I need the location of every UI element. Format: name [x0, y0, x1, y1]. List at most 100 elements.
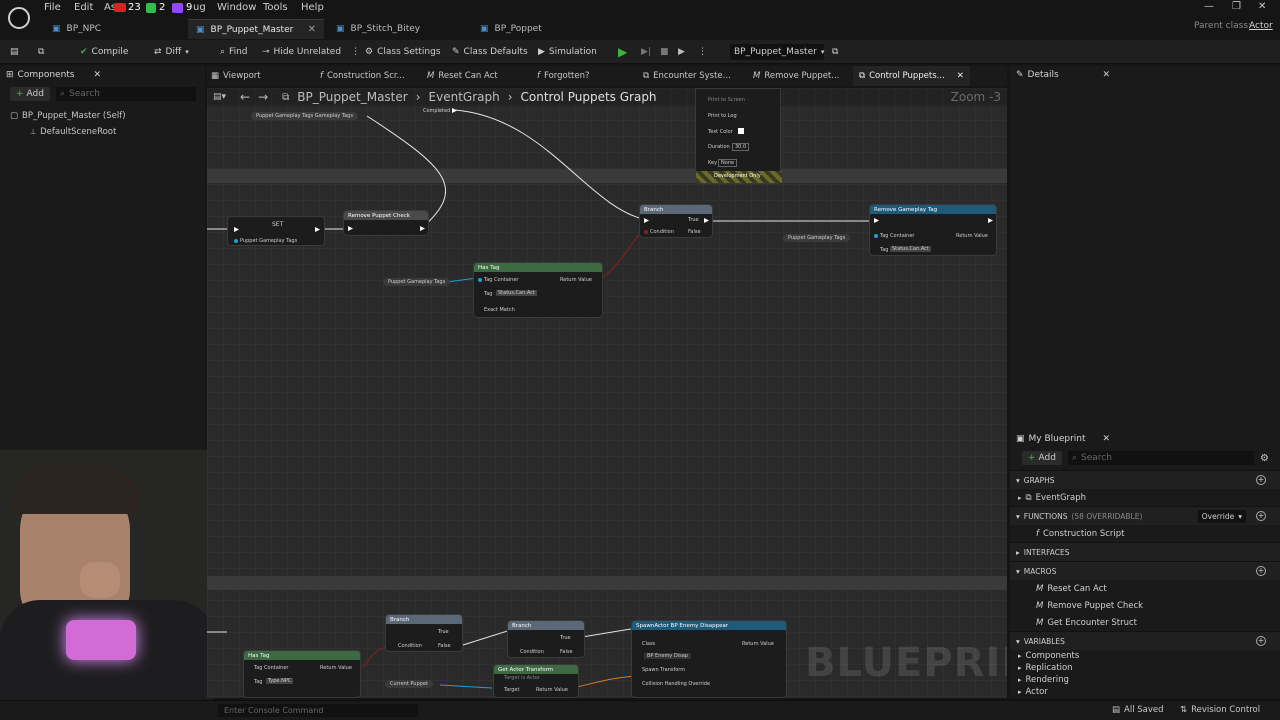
menu-edit[interactable]: Edit — [74, 2, 93, 16]
tag-container-pin[interactable] — [874, 234, 878, 238]
graph-tab-reset-can-act[interactable]: M Reset Can Act — [427, 71, 498, 81]
console-input[interactable]: Enter Console Command — [218, 704, 418, 717]
add-member-button[interactable]: + Add — [1022, 451, 1062, 465]
puppet-tags-getter[interactable]: Puppet Gameplay Tags — [383, 278, 451, 286]
menu-help[interactable]: Help — [301, 2, 324, 16]
class-defaults-button[interactable]: ✎ Class Defaults — [452, 44, 528, 60]
key-input[interactable]: None — [718, 159, 738, 167]
minimize-button[interactable]: — — [1204, 1, 1214, 12]
spawn-actor-node[interactable]: SpawnActor BP Enemy Disappear Class Retu… — [631, 620, 787, 698]
my-blueprint-search-input[interactable]: ⌕ Search — [1067, 451, 1254, 465]
browse-icon[interactable]: ⧉ — [38, 44, 44, 60]
tab-bp-stitch-bitey[interactable]: ▣ BP_Stitch_Bitey — [328, 19, 468, 39]
unreal-logo-icon[interactable] — [8, 7, 30, 29]
add-variable-icon[interactable]: + — [1256, 636, 1266, 646]
gear-icon[interactable]: ⚙ — [1260, 453, 1269, 464]
diff-button[interactable]: ⇄ Diff ▾ — [154, 44, 189, 60]
function-item-construction-script[interactable]: f Construction Script — [1010, 525, 1280, 542]
close-tab-icon[interactable]: ✕ — [308, 24, 316, 35]
restore-button[interactable]: ❐ — [1232, 1, 1241, 12]
branch-node[interactable]: Branch True Condition False — [639, 204, 713, 238]
revision-control-button[interactable]: ⇅ Revision Control — [1180, 705, 1260, 715]
tag-value[interactable]: Type.NPC — [266, 678, 294, 684]
variable-category-components[interactable]: ▸ Components — [1010, 650, 1280, 662]
class-settings-button[interactable]: ⚙ Class Settings — [365, 44, 441, 60]
current-puppet-getter[interactable]: Current Puppet — [385, 680, 433, 688]
step-icon[interactable]: ▶| — [641, 44, 651, 60]
has-tag-node-bottom[interactable]: Has Tag Tag Container Return Value Tag T… — [243, 650, 361, 698]
simulation-button[interactable]: ▶ Simulation — [538, 44, 597, 60]
add-macro-icon[interactable]: + — [1256, 566, 1266, 576]
play-icon[interactable]: ▶ — [618, 44, 627, 60]
color-swatch[interactable] — [738, 128, 744, 134]
functions-section[interactable]: ▾ FUNCTIONS (58 OVERRIDABLE) Override ▾ … — [1010, 506, 1280, 525]
tag-value[interactable]: Status.Can.Act — [890, 246, 931, 252]
branch-node-bottom-1[interactable]: Branch True Condition False — [385, 614, 463, 652]
close-tab-icon[interactable]: ✕ — [957, 71, 964, 81]
variable-pin[interactable] — [234, 239, 238, 243]
branch-node-bottom-2[interactable]: Branch True Condition False — [507, 620, 585, 658]
tag-container-pin[interactable] — [478, 278, 482, 282]
add-function-icon[interactable]: + — [1256, 511, 1266, 521]
menu-tools[interactable]: Tools — [263, 2, 288, 16]
variable-category-actor[interactable]: ▸ Actor — [1010, 686, 1280, 698]
graph-tab-remove-puppet[interactable]: M Remove Puppet... — [753, 71, 839, 81]
exec-pin[interactable] — [704, 218, 709, 223]
tab-bp-poppet[interactable]: ▣ BP_Poppet — [472, 19, 612, 39]
close-icon[interactable]: ✕ — [1102, 70, 1110, 80]
menu-debug[interactable]: ug — [193, 2, 206, 16]
exec-pin[interactable] — [315, 227, 320, 232]
close-window-button[interactable]: ✕ — [1258, 1, 1266, 12]
more-icon[interactable]: ⋮ — [698, 44, 707, 60]
puppet-tags-getter[interactable]: Puppet Gameplay Tags — [783, 234, 851, 242]
menu-window[interactable]: Window — [217, 2, 256, 16]
remove-gameplay-tag-node[interactable]: Remove Gameplay Tag Tag Container Return… — [869, 204, 997, 256]
find-button[interactable]: ⌕ Find — [220, 44, 248, 60]
components-search-input[interactable]: ⌕ Search — [55, 87, 196, 101]
exec-pin[interactable] — [348, 226, 353, 231]
tab-bp-puppet-master[interactable]: ▣ BP_Puppet_Master ✕ — [188, 19, 324, 39]
tab-bp-npc[interactable]: ▣ BP_NPC — [44, 19, 184, 39]
compile-button[interactable]: ✔ Compile — [80, 44, 128, 60]
has-tag-node[interactable]: Has Tag Tag Container Return Value Tag S… — [473, 262, 603, 318]
variables-section[interactable]: ▾ VARIABLES + — [1010, 631, 1280, 650]
exec-pin[interactable] — [874, 218, 879, 223]
remove-puppet-check-node[interactable]: Remove Puppet Check — [343, 210, 429, 236]
variable-category-replication[interactable]: ▸ Replication — [1010, 662, 1280, 674]
exec-pin[interactable] — [988, 218, 993, 223]
component-default-scene-root[interactable]: ⊥ DefaultSceneRoot — [0, 124, 205, 140]
graph-tab-control-puppets[interactable]: ⧉ Control Puppets... ✕ — [853, 66, 970, 86]
component-root[interactable]: ▢ BP_Puppet_Master (Self) — [0, 108, 205, 124]
graph-canvas[interactable]: ▤▾ ← → ⧉ BP_Puppet_Master › EventGraph ›… — [207, 88, 1007, 698]
exec-pin[interactable] — [234, 227, 239, 232]
macro-item-reset-can-act[interactable]: M Reset Can Act — [1010, 580, 1280, 597]
save-icon[interactable]: ▤ — [10, 44, 19, 60]
exec-pin[interactable] — [420, 226, 425, 231]
duration-input[interactable]: 30.0 — [732, 143, 750, 151]
exec-pin[interactable] — [644, 218, 649, 223]
graph-tab-construction-script[interactable]: f Construction Scr... — [320, 71, 405, 81]
macros-section[interactable]: ▾ MACROS + — [1010, 561, 1280, 580]
add-graph-icon[interactable]: + — [1256, 475, 1266, 485]
eject-icon[interactable]: ▶ — [678, 44, 685, 60]
interfaces-section[interactable]: ▸ INTERFACES — [1010, 542, 1280, 561]
variable-category-rendering[interactable]: ▸ Rendering — [1010, 674, 1280, 686]
graph-tab-forgotten[interactable]: f Forgotten? — [537, 71, 590, 81]
override-select[interactable]: Override ▾ — [1197, 509, 1246, 523]
graphs-section[interactable]: ▾ GRAPHS + — [1010, 470, 1280, 489]
add-component-button[interactable]: + Add — [10, 87, 50, 101]
stop-icon[interactable]: ■ — [660, 44, 669, 60]
all-saved-indicator[interactable]: ▤ All Saved — [1112, 705, 1164, 715]
graph-item-event-graph[interactable]: ▸ ⧉ EventGraph — [1010, 489, 1280, 506]
debug-filter-icon[interactable]: ⧉ — [832, 44, 838, 60]
hide-unrelated-button[interactable]: ⊸ Hide Unrelated ⋮ — [262, 44, 360, 60]
close-icon[interactable]: ✕ — [93, 70, 101, 80]
graph-tab-viewport[interactable]: ▦ Viewport — [211, 71, 261, 81]
get-actor-transform-node[interactable]: Get Actor Transform Target is Actor Targ… — [493, 664, 579, 698]
condition-pin[interactable] — [644, 230, 648, 234]
macro-item-get-encounter-struct[interactable]: M Get Encounter Struct — [1010, 614, 1280, 631]
puppet-tags-getter[interactable]: Puppet Gameplay Tags Gameplay Tags — [251, 112, 358, 120]
close-icon[interactable]: ✕ — [1102, 434, 1110, 444]
menu-file[interactable]: File — [44, 2, 61, 16]
debug-object-select[interactable]: BP_Puppet_Master ▾ — [730, 44, 824, 60]
